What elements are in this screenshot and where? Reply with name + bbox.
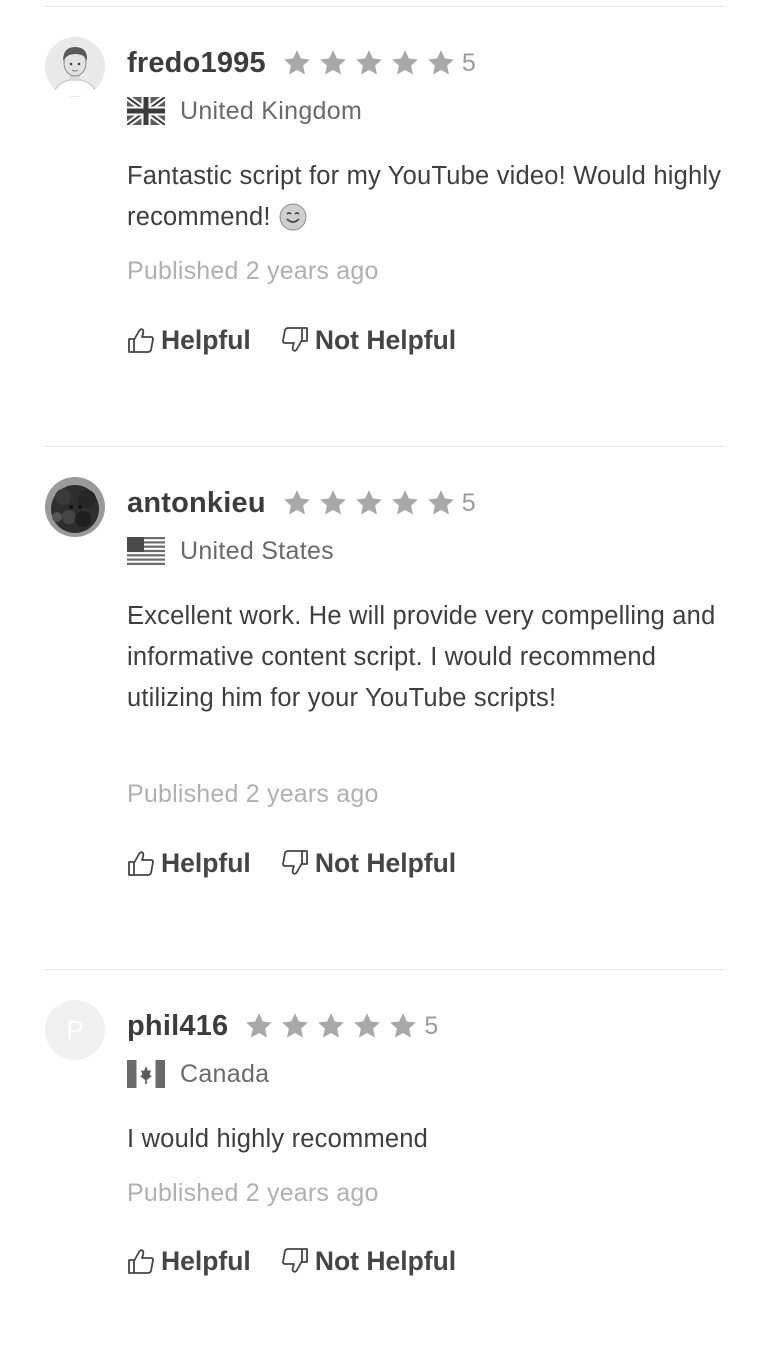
published-date: Published 2 years ago — [127, 780, 379, 808]
avatar-initial: P — [45, 1000, 105, 1060]
helpful-label: Helpful — [161, 1245, 251, 1276]
review-divider — [45, 969, 725, 970]
review-divider — [45, 6, 725, 7]
helpful-label: Helpful — [161, 324, 251, 355]
star-icon — [282, 488, 312, 518]
star-icon — [354, 48, 384, 78]
review-text: Excellent work. He will provide very com… — [127, 602, 716, 712]
star-icon — [352, 1011, 382, 1041]
thumbs-up-icon — [127, 326, 155, 354]
star-icon — [426, 48, 456, 78]
star-icon — [282, 48, 312, 78]
reviewer-header: fredo1995 5 — [127, 45, 476, 81]
star-rating — [282, 488, 462, 518]
rating-value: 5 — [461, 48, 476, 77]
star-icon — [390, 48, 420, 78]
canada-flag-icon — [127, 1060, 165, 1088]
star-icon — [388, 1011, 418, 1041]
thumbs-down-icon — [281, 326, 309, 354]
review-actions: Helpful Not Helpful — [127, 1243, 486, 1279]
uk-flag-icon — [127, 97, 165, 125]
thumbs-up-icon — [127, 1247, 155, 1275]
avatar[interactable] — [45, 477, 105, 537]
rating-value: 5 — [461, 488, 476, 517]
star-icon — [318, 488, 348, 518]
thumbs-down-icon — [281, 849, 309, 877]
not-helpful-button[interactable]: Not Helpful — [281, 1246, 456, 1277]
us-flag-icon — [127, 537, 165, 565]
star-icon — [426, 488, 456, 518]
helpful-button[interactable]: Helpful — [127, 1246, 251, 1277]
review-text: Fantastic script for my YouTube video! W… — [127, 162, 722, 231]
star-rating — [244, 1011, 424, 1041]
avatar[interactable] — [45, 37, 105, 97]
not-helpful-label: Not Helpful — [314, 847, 457, 878]
country-row: Canada — [127, 1058, 269, 1090]
country-name: United Kingdom — [180, 96, 363, 125]
review-actions: Helpful Not Helpful — [127, 845, 486, 881]
reviewer-header: phil416 5 — [127, 1008, 438, 1044]
not-helpful-label: Not Helpful — [314, 1245, 457, 1276]
country-name: United States — [180, 536, 334, 565]
thumbs-down-icon — [281, 1247, 309, 1275]
review-divider — [45, 446, 725, 447]
published-date: Published 2 years ago — [127, 257, 379, 285]
star-icon — [318, 48, 348, 78]
rating-value: 5 — [424, 1011, 439, 1040]
helpful-button[interactable]: Helpful — [127, 325, 251, 356]
star-icon — [280, 1011, 310, 1041]
avatar[interactable]: P — [45, 1000, 105, 1060]
username[interactable]: fredo1995 — [127, 47, 266, 80]
star-icon — [316, 1011, 346, 1041]
country-name: Canada — [180, 1059, 270, 1088]
helpful-button[interactable]: Helpful — [127, 848, 251, 879]
helpful-label: Helpful — [161, 847, 251, 878]
star-rating — [282, 48, 462, 78]
not-helpful-label: Not Helpful — [314, 324, 457, 355]
review-text: I would highly recommend — [127, 1125, 429, 1153]
published-date: Published 2 years ago — [127, 1179, 379, 1207]
thumbs-up-icon — [127, 849, 155, 877]
star-icon — [244, 1011, 274, 1041]
star-icon — [390, 488, 420, 518]
review-actions: Helpful Not Helpful — [127, 322, 486, 358]
reviewer-header: antonkieu 5 — [127, 485, 476, 521]
country-row: United Kingdom — [127, 95, 362, 127]
country-row: United States — [127, 535, 334, 567]
smiling-face-icon — [279, 203, 307, 231]
username[interactable]: antonkieu — [127, 487, 266, 520]
not-helpful-button[interactable]: Not Helpful — [281, 325, 456, 356]
not-helpful-button[interactable]: Not Helpful — [281, 848, 456, 879]
star-icon — [354, 488, 384, 518]
username[interactable]: phil416 — [127, 1010, 228, 1043]
